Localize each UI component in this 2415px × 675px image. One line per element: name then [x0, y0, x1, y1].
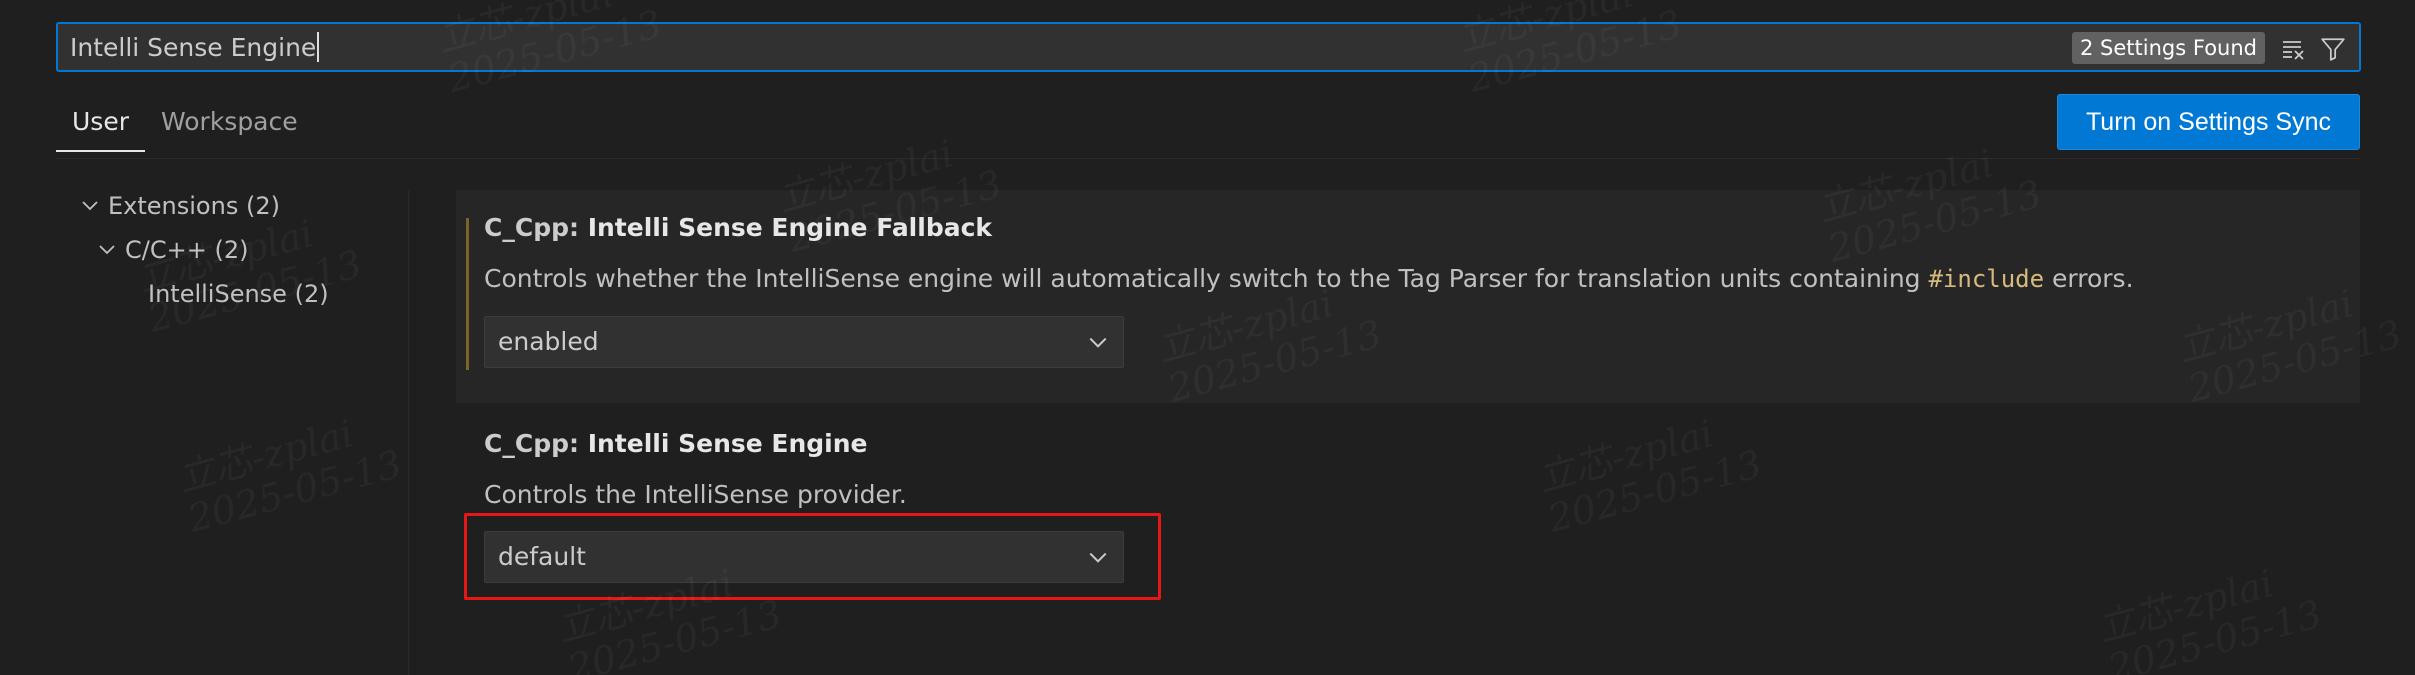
- setting-fallback: C_Cpp: Intelli Sense Engine Fallback Con…: [484, 213, 2134, 293]
- results-count-badge: 2 Settings Found: [2072, 32, 2265, 64]
- toc-divider: [408, 190, 409, 675]
- tree-item-label: Extensions (2): [108, 192, 280, 220]
- tree-item-extensions[interactable]: Extensions (2): [80, 192, 280, 220]
- turn-on-settings-sync-button[interactable]: Turn on Settings Sync: [2057, 94, 2360, 150]
- setting-description: Controls the IntelliSense provider.: [484, 480, 907, 509]
- modified-indicator: [466, 218, 469, 370]
- watermark: 立芯-zplai2025-05-13: [1532, 403, 1766, 541]
- watermark: 立芯-zplai2025-05-13: [2092, 553, 2326, 675]
- settings-editor: Intelli Sense Engine 2 Settings Found Us…: [0, 0, 2415, 675]
- tree-item-label: IntelliSense (2): [148, 280, 329, 308]
- tree-item-cpp[interactable]: C/C++ (2): [97, 236, 248, 264]
- setting-title: C_Cpp: Intelli Sense Engine Fallback: [484, 213, 993, 242]
- chevron-down-icon: [99, 245, 115, 255]
- watermark: 立芯-zplai2025-05-13: [132, 203, 366, 341]
- settings-scope-tabs: User Workspace: [56, 95, 314, 152]
- text-caret: [317, 32, 320, 62]
- tree-item-intellisense[interactable]: IntelliSense (2): [148, 280, 329, 308]
- search-query: Intelli Sense Engine: [70, 32, 317, 62]
- tabs-divider: [56, 158, 2361, 159]
- chevron-down-icon: [82, 201, 98, 211]
- watermark: 立芯-zplai2025-05-13: [172, 403, 406, 541]
- setting-engine: C_Cpp: Intelli Sense Engine Controls the…: [484, 429, 907, 509]
- highlight-annotation-box: [464, 513, 1161, 600]
- tree-item-label: C/C++ (2): [125, 236, 249, 264]
- tab-workspace[interactable]: Workspace: [145, 95, 314, 150]
- tab-user[interactable]: User: [56, 95, 145, 152]
- setting-title: C_Cpp: Intelli Sense Engine: [484, 429, 868, 458]
- settings-search-input[interactable]: Intelli Sense Engine 2 Settings Found: [56, 22, 2361, 72]
- fallback-select[interactable]: enabled: [484, 316, 1124, 368]
- clear-filter-icon[interactable]: [2277, 33, 2309, 65]
- filter-icon[interactable]: [2317, 33, 2349, 65]
- setting-description: Controls whether the IntelliSense engine…: [484, 264, 2134, 293]
- chevron-down-icon: [1089, 337, 1107, 348]
